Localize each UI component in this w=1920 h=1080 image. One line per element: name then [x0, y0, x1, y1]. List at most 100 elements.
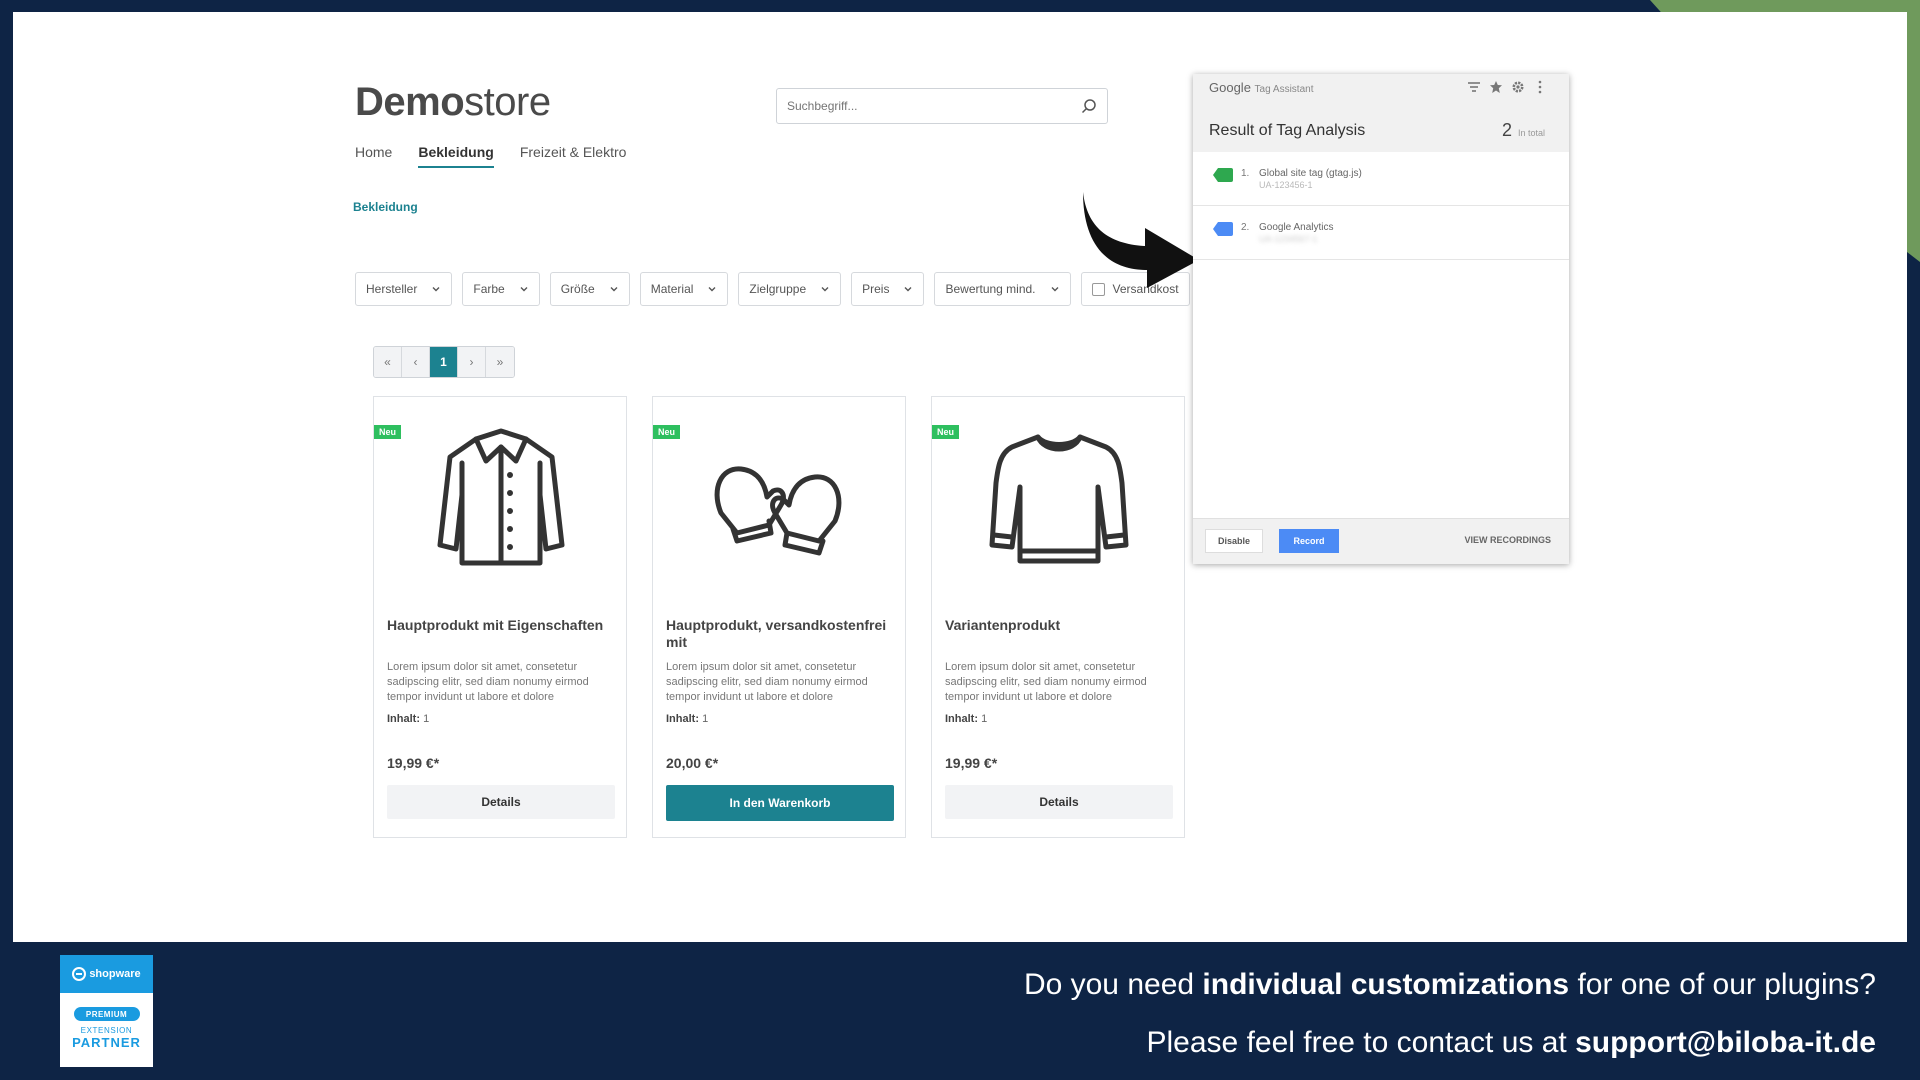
chevron-down-icon: [520, 287, 528, 292]
sweater-icon[interactable]: [982, 417, 1136, 577]
page-first-button[interactable]: «: [374, 347, 402, 377]
page-last-button[interactable]: »: [486, 347, 514, 377]
record-button[interactable]: Record: [1279, 529, 1339, 553]
product-content: Inhalt: 1: [945, 713, 987, 725]
logo-light-text: store: [464, 80, 551, 124]
tag-assistant-header: Google Tag Assistant Result of Tag Analy…: [1193, 74, 1569, 152]
tag-number: 1.: [1241, 168, 1250, 179]
nav-item-home[interactable]: Home: [355, 144, 392, 168]
content-label: Inhalt:: [387, 713, 420, 725]
corner-accent-top: [1650, 0, 1920, 12]
product-content: Inhalt: 1: [387, 713, 429, 725]
shopware-partner-badge: shopware PREMIUM EXTENSION PARTNER: [60, 955, 153, 1067]
shopware-logo: shopware: [60, 955, 153, 993]
filter-label: Zielgruppe: [749, 282, 807, 296]
view-recordings-link[interactable]: VIEW RECORDINGS: [1464, 535, 1551, 545]
chevron-down-icon: [432, 287, 440, 292]
filter-zielgruppe[interactable]: Zielgruppe: [738, 272, 842, 306]
content-label: Inhalt:: [666, 713, 699, 725]
breadcrumb[interactable]: Bekleidung: [353, 200, 418, 214]
tag-row[interactable]: 2. Google Analytics UA-1234567-1: [1193, 206, 1569, 260]
filter-label: Größe: [560, 282, 595, 296]
disable-button[interactable]: Disable: [1205, 529, 1263, 553]
analysis-heading: Result of Tag Analysis: [1209, 122, 1366, 139]
tag-assistant-footer: Disable Record VIEW RECORDINGS: [1193, 518, 1569, 564]
filter-material[interactable]: Material: [639, 272, 729, 306]
details-button[interactable]: Details: [387, 785, 615, 819]
main-navigation: Home Bekleidung Freizeit & Elektro: [355, 144, 626, 168]
shop-logo[interactable]: Demostore: [355, 80, 551, 125]
new-badge: Neu: [374, 425, 402, 439]
filter-hersteller[interactable]: Hersteller: [355, 272, 453, 306]
product-title[interactable]: Variantenprodukt: [945, 617, 1173, 634]
product-price: 20,00 €*: [666, 755, 719, 771]
tag-id: UA-1234567-1: [1259, 234, 1318, 244]
nav-item-bekleidung[interactable]: Bekleidung: [418, 144, 494, 168]
pagination: « ‹ 1 › »: [373, 346, 515, 378]
filter-label: Farbe: [473, 282, 505, 296]
chevron-down-icon: [610, 287, 618, 292]
product-title[interactable]: Hauptprodukt, versandkostenfrei mit: [666, 617, 894, 651]
tag-count: 2 In total: [1502, 120, 1545, 141]
nav-item-freizeit-elektro[interactable]: Freizeit & Elektro: [520, 144, 627, 168]
add-to-cart-button[interactable]: In den Warenkorb: [666, 785, 894, 821]
tag-number: 2.: [1241, 222, 1250, 233]
shopware-wordmark: shopware: [89, 968, 141, 980]
tag-icon: [1213, 222, 1233, 236]
filter-groesse[interactable]: Größe: [549, 272, 630, 306]
filter-label: Hersteller: [366, 282, 418, 296]
page-next-button[interactable]: ›: [458, 347, 486, 377]
partner-label: PARTNER: [72, 1035, 141, 1050]
filter-label: Material: [650, 282, 694, 296]
support-email-link[interactable]: support@biloba-it.de: [1575, 1026, 1876, 1059]
filter-bewertung[interactable]: Bewertung mind.: [934, 272, 1071, 306]
star-icon[interactable]: [1489, 80, 1503, 94]
google-wordmark: Google: [1209, 80, 1251, 95]
product-listing: Neu Hauptprodukt mit Eigenschaften Lorem…: [373, 396, 1185, 838]
chevron-down-icon: [1051, 287, 1059, 292]
filter-preis[interactable]: Preis: [851, 272, 925, 306]
content-value: 1: [423, 713, 430, 725]
filter-label: Preis: [862, 282, 890, 296]
product-card: Neu Hauptprodukt mit Eigenschaften Lorem…: [373, 396, 627, 838]
product-card: Neu Hauptprodukt, versandkostenfrei mit …: [652, 396, 906, 838]
gear-icon[interactable]: [1511, 80, 1525, 94]
chevron-down-icon: [708, 287, 716, 292]
jacket-icon[interactable]: [424, 417, 578, 577]
filter-label: Bewertung mind.: [945, 282, 1036, 296]
content-value: 1: [702, 713, 709, 725]
shopware-icon: [72, 967, 87, 981]
tag-count-value: 2: [1501, 120, 1512, 140]
product-description: Lorem ipsum dolor sit amet, consetetur s…: [387, 661, 589, 703]
corner-accent-right: [1907, 12, 1920, 262]
page-1-button[interactable]: 1: [430, 347, 458, 377]
product-card: Neu Variantenprodukt Lorem ipsum dolor s…: [931, 396, 1185, 838]
details-button[interactable]: Details: [945, 785, 1173, 819]
tag-row[interactable]: 1. Global site tag (gtag.js) UA-123456-1: [1193, 152, 1569, 206]
search-input[interactable]: [777, 89, 1067, 123]
mittens-icon[interactable]: [703, 417, 857, 577]
tag-assistant-toolbar: [1467, 80, 1547, 94]
more-vert-icon[interactable]: [1533, 80, 1547, 94]
chevron-down-icon: [904, 287, 912, 292]
extension-label: EXTENSION: [80, 1026, 133, 1035]
product-title[interactable]: Hauptprodukt mit Eigenschaften: [387, 617, 615, 634]
search-icon[interactable]: [1081, 98, 1097, 114]
product-price: 19,99 €*: [387, 755, 440, 771]
filter-bar: Hersteller Farbe Größe Material Zielgrup…: [355, 272, 1190, 306]
filter-icon[interactable]: [1467, 80, 1481, 94]
tag-name: Google Analytics: [1259, 222, 1334, 233]
logo-bold-text: Demo: [355, 80, 465, 124]
cta-text: Do you need: [1023, 968, 1203, 1001]
curved-arrow-icon: [1083, 192, 1199, 288]
product-description: Lorem ipsum dolor sit amet, consetetur s…: [945, 661, 1147, 703]
product-price: 19,99 €*: [945, 755, 998, 771]
content-label: Inhalt:: [945, 713, 978, 725]
filter-farbe[interactable]: Farbe: [462, 272, 540, 306]
tag-count-label: In total: [1517, 128, 1545, 138]
new-badge: Neu: [653, 425, 681, 439]
page-prev-button[interactable]: ‹: [402, 347, 430, 377]
tag-assistant-popup: Google Tag Assistant Result of Tag Analy…: [1193, 74, 1569, 564]
tag-assistant-name: Tag Assistant: [1254, 84, 1314, 95]
tag-id: UA-123456-1: [1259, 180, 1313, 190]
